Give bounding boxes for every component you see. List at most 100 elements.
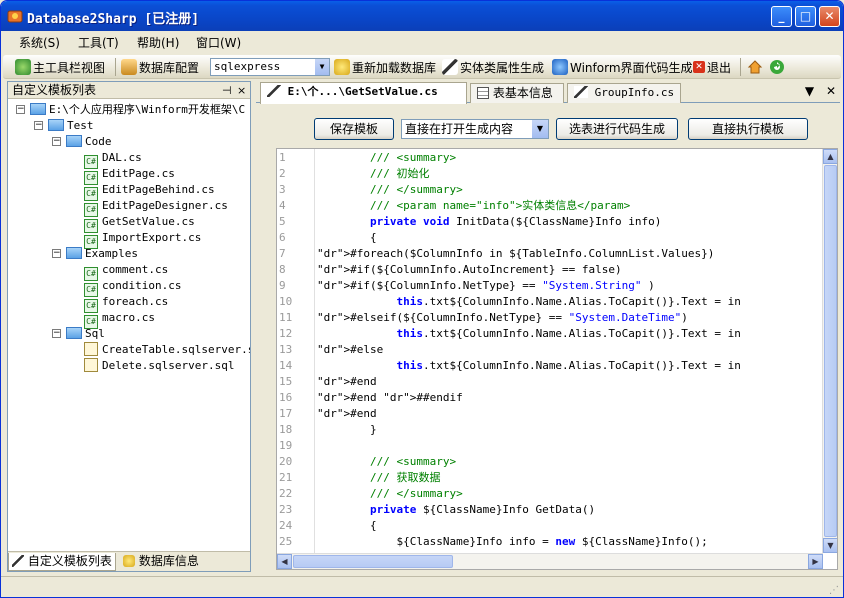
- select-table-generate-button[interactable]: 选表进行代码生成: [556, 118, 678, 140]
- tree-file[interactable]: C# macro.cs: [84, 310, 155, 329]
- scroll-left-icon[interactable]: ◀: [277, 554, 292, 569]
- code-line[interactable]: {: [317, 518, 377, 534]
- home-button[interactable]: [747, 58, 763, 76]
- code-line[interactable]: /// <summary>: [317, 150, 456, 166]
- tree-expander-icon[interactable]: −: [52, 329, 61, 338]
- code-line[interactable]: "dr">#end: [317, 406, 377, 422]
- title-bar[interactable]: Database2Sharp [已注册] _ □ ✕: [1, 1, 843, 31]
- db-config-button[interactable]: 数据库配置: [121, 58, 199, 76]
- tree-folder[interactable]: Examples: [66, 246, 138, 262]
- scroll-right-icon[interactable]: ▶: [808, 554, 823, 569]
- code-line[interactable]: /// <summary>: [317, 454, 456, 470]
- code-area[interactable]: /// <summary> /// 初始化 /// </summary> ///…: [317, 149, 823, 553]
- tree-file[interactable]: C# foreach.cs: [84, 294, 169, 313]
- tab-getsetvalue[interactable]: E:\个...\GetSetValue.cs: [260, 82, 467, 104]
- generate-mode-select[interactable]: 直接在打开生成内容 ▼: [401, 119, 549, 139]
- tree-node-label: EditPageDesigner.cs: [102, 199, 228, 212]
- tree-expander-icon[interactable]: −: [52, 249, 61, 258]
- code-line[interactable]: this.txt${ColumnInfo.Name.Alias.ToCapit(…: [317, 326, 740, 342]
- horizontal-scrollbar[interactable]: ◀ ▶: [277, 553, 823, 569]
- line-number: 10: [279, 295, 293, 308]
- tab-db-info[interactable]: 数据库信息: [120, 553, 202, 571]
- code-line[interactable]: {: [317, 230, 377, 246]
- code-line[interactable]: /// </summary>: [317, 182, 463, 198]
- minimize-button[interactable]: _: [771, 6, 792, 27]
- template-tree[interactable]: − E:\个人应用程序\Winform开发框架\C − Test − Code C# DAL.…: [8, 100, 250, 552]
- code-line[interactable]: "dr">#foreach($ColumnInfo in ${TableInfo…: [317, 246, 714, 262]
- exit-button[interactable]: ✕ 退出: [693, 58, 731, 76]
- horizontal-scroll-thumb[interactable]: [293, 555, 453, 568]
- code-line[interactable]: /// </summary>: [317, 486, 463, 502]
- vertical-scroll-thumb[interactable]: [824, 165, 837, 537]
- tree-file[interactable]: C# ImportExport.cs: [84, 230, 201, 249]
- window-title: Database2Sharp [已注册]: [27, 12, 200, 27]
- database-select[interactable]: sqlexpress ▼: [210, 58, 330, 76]
- tree-file[interactable]: CreateTable.sqlserver.s: [84, 342, 250, 358]
- code-line[interactable]: "dr">#end: [317, 374, 377, 390]
- tree-expander-icon[interactable]: −: [34, 121, 43, 130]
- tab-table-info[interactable]: 表基本信息: [470, 83, 564, 103]
- menu-tools[interactable]: 工具(T): [78, 34, 119, 51]
- tree-folder[interactable]: Sql: [66, 326, 105, 342]
- tree-folder[interactable]: Code: [66, 134, 112, 150]
- code-line[interactable]: "dr">#elseif(${ColumnInfo.NetType} == "S…: [317, 310, 688, 326]
- scroll-up-icon[interactable]: ▲: [823, 149, 837, 164]
- tree-expander-icon[interactable]: −: [52, 137, 61, 146]
- chevron-down-icon[interactable]: ▼: [315, 59, 329, 75]
- panel-close-icon[interactable]: ×: [237, 83, 246, 99]
- tree-file[interactable]: C# DAL.cs: [84, 150, 142, 169]
- tab-menu-icon[interactable]: ▼: [805, 84, 814, 98]
- code-line[interactable]: }: [317, 422, 377, 438]
- tree-file[interactable]: C# GetSetValue.cs: [84, 214, 195, 233]
- tree-node-label: Sql: [85, 327, 105, 340]
- menu-window[interactable]: 窗口(W): [196, 34, 241, 51]
- code-line[interactable]: /// <param name="info">实体类信息</param>: [317, 198, 630, 214]
- vertical-scrollbar[interactable]: ▲ ▼: [822, 149, 837, 553]
- maximize-button[interactable]: □: [795, 6, 816, 27]
- tab-groupinfo[interactable]: GroupInfo.cs: [567, 83, 681, 103]
- panel-title: 自定义模板列表: [12, 83, 97, 97]
- doc-close-icon[interactable]: ✕: [826, 84, 836, 98]
- code-line[interactable]: /// 获取数据: [317, 470, 441, 486]
- tree-expander-icon[interactable]: −: [16, 105, 25, 114]
- pin-icon[interactable]: ⊣: [222, 83, 232, 99]
- code-editor[interactable]: 1 2 3 4 5 6 7 8 9 10 11 12 13 14 15 16 17 18 19 20 21 22 23 24 2…: [276, 148, 838, 570]
- reload-db-button[interactable]: 重新加载数据库: [334, 58, 436, 76]
- refresh-button[interactable]: [769, 58, 785, 76]
- tree-file[interactable]: C# EditPageDesigner.cs: [84, 198, 228, 217]
- winform-gen-button[interactable]: Winform界面代码生成: [552, 58, 693, 76]
- code-line[interactable]: "dr">#if(${ColumnInfo.AutoIncrement} == …: [317, 262, 622, 278]
- code-line[interactable]: "dr">#else: [317, 342, 383, 358]
- code-line[interactable]: ${ClassName}Info info = new ${ClassName}…: [317, 534, 707, 550]
- tab-template-list[interactable]: 自定义模板列表: [8, 553, 116, 571]
- code-line[interactable]: private void InitData(${ClassName}Info i…: [317, 214, 661, 230]
- tree-folder[interactable]: Test: [48, 118, 94, 134]
- tree-node-label: comment.cs: [102, 263, 169, 276]
- main-view-button[interactable]: 主工具栏视图: [15, 58, 105, 76]
- menu-help[interactable]: 帮助(H): [137, 34, 179, 51]
- entity-gen-button[interactable]: 实体类属性生成: [442, 58, 544, 76]
- resize-grip-icon[interactable]: ⋰: [829, 585, 839, 596]
- tree-file[interactable]: C# condition.cs: [84, 278, 181, 297]
- tree-node-label: foreach.cs: [102, 295, 169, 308]
- menu-system[interactable]: 系统(S): [19, 34, 60, 51]
- tree-file[interactable]: Delete.sqlserver.sql: [84, 358, 234, 374]
- close-button[interactable]: ✕: [819, 6, 840, 27]
- chevron-down-icon[interactable]: ▼: [532, 120, 548, 138]
- tree-folder[interactable]: E:\个人应用程序\Winform开发框架\C: [30, 102, 245, 118]
- code-line[interactable]: this.txt${ColumnInfo.Name.Alias.ToCapit(…: [317, 294, 740, 310]
- code-line[interactable]: private ${ClassName}Info GetData(): [317, 502, 595, 518]
- tree-file[interactable]: C# comment.cs: [84, 262, 169, 281]
- tree-file[interactable]: C# EditPage.cs: [84, 166, 175, 185]
- code-line[interactable]: this.txt${ColumnInfo.Name.Alias.ToCapit(…: [317, 358, 740, 374]
- save-template-button[interactable]: 保存模板: [314, 118, 394, 140]
- line-number: 9: [279, 279, 286, 292]
- scroll-down-icon[interactable]: ▼: [823, 538, 837, 553]
- code-line[interactable]: /// 初始化: [317, 166, 430, 182]
- main-view-label: 主工具栏视图: [33, 60, 106, 75]
- tree-file[interactable]: C# EditPageBehind.cs: [84, 182, 215, 201]
- execute-template-button[interactable]: 直接执行模板: [688, 118, 808, 140]
- line-number: 20: [279, 455, 293, 468]
- code-line[interactable]: "dr">#if(${ColumnInfo.NetType} == "Syste…: [317, 278, 655, 294]
- code-line[interactable]: "dr">#end "dr">##endif: [317, 390, 463, 406]
